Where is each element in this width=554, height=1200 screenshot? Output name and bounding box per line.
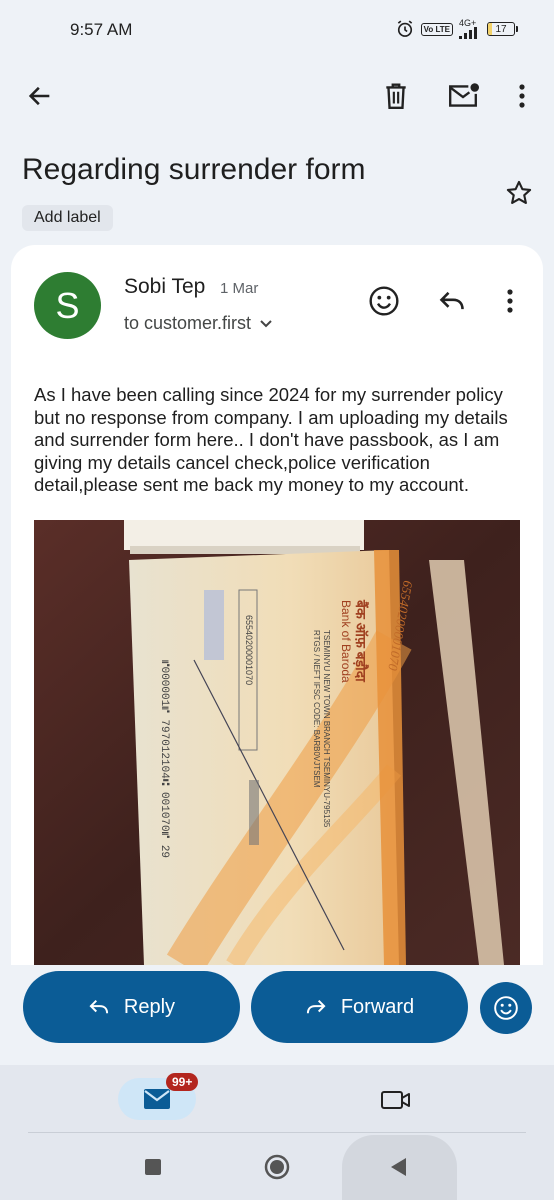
bottom-navigation: 99+ (0, 1065, 554, 1200)
emoji-icon (494, 996, 518, 1020)
triangle-back-icon (391, 1158, 406, 1176)
message-more-button[interactable] (497, 283, 523, 319)
circle-icon (264, 1154, 290, 1180)
network-type: 4G+ (459, 18, 477, 28)
recipient-text: to customer.first (124, 313, 252, 333)
system-back-button[interactable] (383, 1152, 413, 1182)
email-subject: Regarding surrender form (22, 153, 366, 186)
cheque-micr: ⑈000001⑈ 797012104⑆ 001070⑈ 29 (158, 660, 170, 858)
reply-button[interactable]: Reply (23, 971, 240, 1043)
status-icons: Vo LTE 4G+ 17 (395, 19, 518, 39)
nav-divider (28, 1132, 526, 1133)
video-icon (381, 1091, 410, 1109)
add-label-button[interactable]: Add label (22, 205, 113, 231)
volte-indicator: Vo LTE (420, 22, 453, 36)
battery-level: 17 (495, 24, 507, 35)
more-options-button[interactable] (508, 78, 536, 114)
emoji-icon (369, 286, 399, 316)
unread-count-badge: 99+ (166, 1073, 199, 1091)
reply-label: Reply (123, 995, 176, 1018)
cheque-photo-attachment[interactable]: बैंक ऑफ़ बड़ौदा Bank of Baroda TSEMINYU … (34, 520, 520, 965)
home-button[interactable] (261, 1151, 293, 1183)
bank-name: Bank of Baroda (339, 600, 353, 683)
alarm-icon (397, 20, 412, 37)
arrow-left-icon (28, 86, 50, 106)
account-number: 65540200001070 (244, 615, 254, 685)
recents-button[interactable] (138, 1152, 168, 1182)
star-outline-icon (506, 180, 532, 204)
battery-indicator: 17 (487, 22, 518, 36)
mark-unread-button[interactable] (444, 78, 482, 114)
message-body: As I have been calling since 2024 for my… (34, 384, 508, 496)
emoji-reaction-button[interactable] (480, 982, 532, 1034)
star-button[interactable] (503, 177, 535, 209)
ifsc-text: RTGS / NEFT IFSC CODE: BARB0VJTSEM (312, 630, 321, 788)
branch-text: TSEMINYU NEW TOWN BRANCH TSEMINYU-795135 (322, 630, 331, 828)
square-icon (145, 1159, 161, 1175)
sender-avatar[interactable]: S (34, 272, 101, 339)
message-card: S Sobi Tep 1 Mar to customer.first As I … (11, 245, 543, 965)
more-vert-icon (519, 84, 525, 108)
reply-icon (89, 999, 109, 1014)
signal-bars-icon (459, 27, 477, 39)
message-date: 1 Mar (220, 280, 259, 297)
forward-label: Forward (340, 995, 415, 1018)
trash-icon (386, 83, 406, 110)
cheque-photo-icon: बैंक ऑफ़ बड़ौदा Bank of Baroda TSEMINYU … (34, 520, 520, 965)
mail-icon (144, 1089, 170, 1109)
back-button[interactable] (22, 78, 58, 114)
meet-tab[interactable] (378, 1085, 414, 1115)
delete-button[interactable] (378, 78, 414, 114)
chevron-down-icon (260, 319, 272, 327)
mail-unread-icon (449, 83, 479, 107)
reply-message-button[interactable] (434, 283, 470, 319)
sender-name[interactable]: Sobi Tep (124, 275, 205, 299)
reply-icon (439, 291, 464, 310)
forward-button[interactable]: Forward (251, 971, 468, 1043)
forward-icon (306, 999, 326, 1014)
react-emoji-button[interactable] (366, 283, 402, 319)
more-vert-icon (507, 289, 513, 313)
signal-indicator: 4G+ (459, 19, 481, 39)
recipient-details-toggle[interactable]: to customer.first (124, 313, 273, 334)
bank-name-local: बैंक ऑफ़ बड़ौदा (353, 599, 369, 683)
status-time: 9:57 AM (70, 20, 133, 39)
